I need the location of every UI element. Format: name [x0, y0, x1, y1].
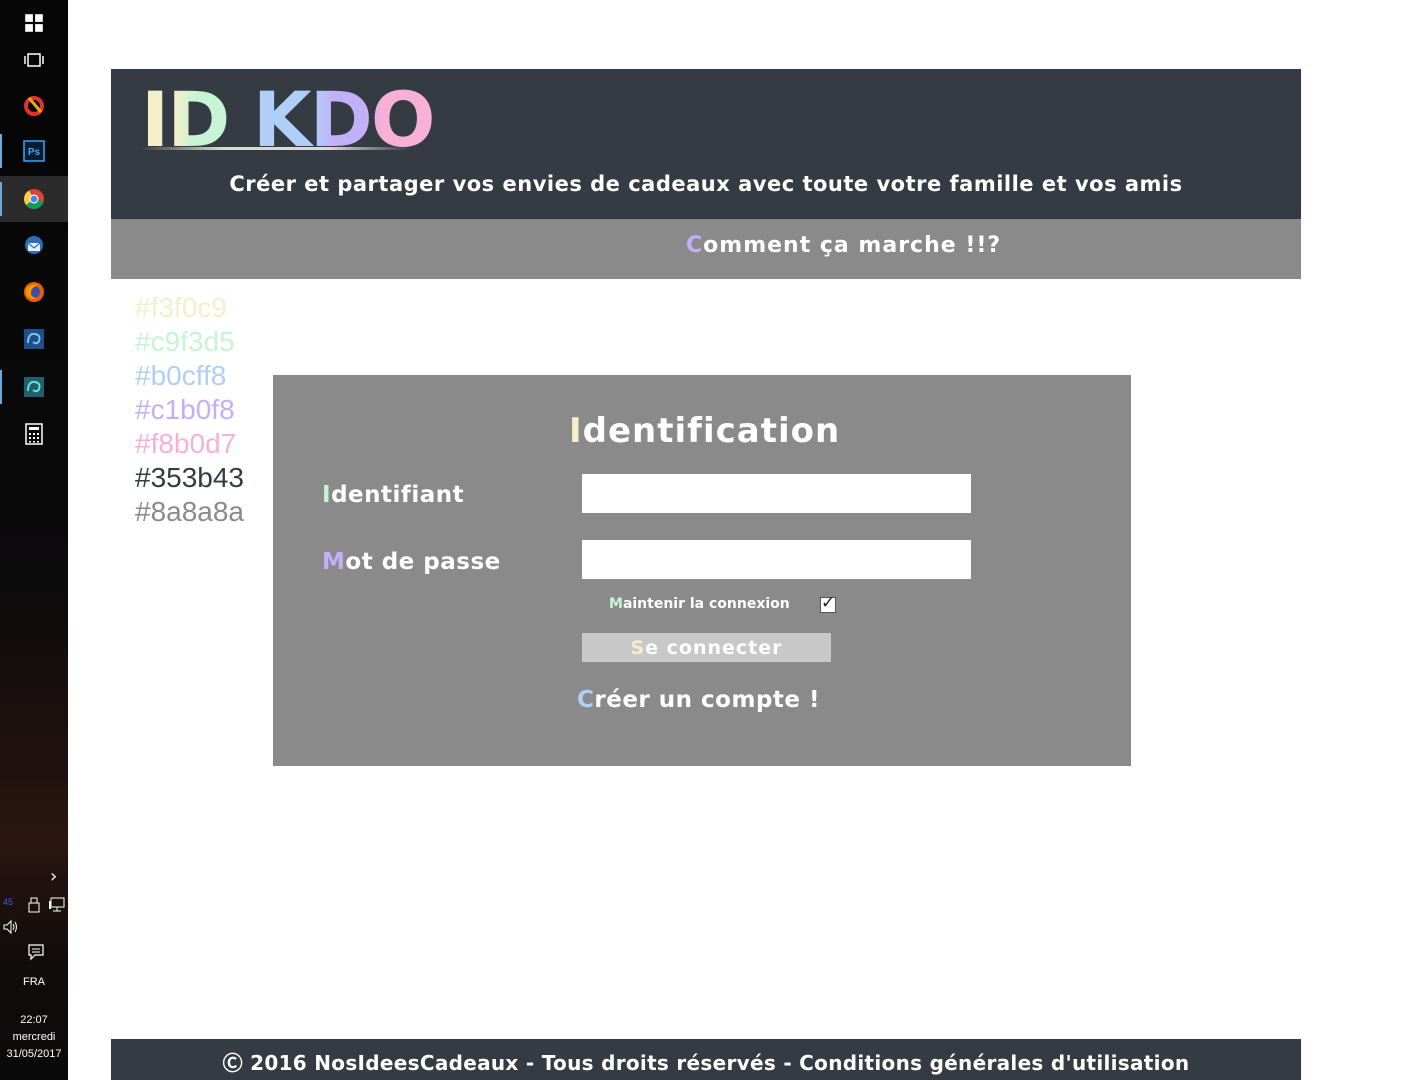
chrome-taskbar-button[interactable]: [0, 176, 68, 222]
task-view-button[interactable]: [0, 37, 68, 83]
username-label: Identifiant: [322, 482, 464, 508]
windows-taskbar: Ps › 45 FRA 22:07 mercredi 31/05/2017: [0, 0, 68, 1080]
login-title-initial: I: [569, 411, 583, 451]
chrome-icon: [24, 189, 44, 209]
login-button-initial: S: [630, 636, 646, 659]
tray-temperature: 45: [3, 897, 14, 907]
firefox-taskbar-button[interactable]: [0, 269, 68, 315]
thunderbird-icon: [25, 236, 43, 254]
palette-color-2: #c9f3d5: [135, 326, 235, 357]
logo-part-id: ID: [141, 75, 230, 164]
blue-swirl-app-icon: [24, 329, 44, 349]
create-account-text: réer un compte !: [594, 687, 820, 713]
teal-app-taskbar-button[interactable]: [0, 364, 68, 410]
checkmark-icon: ✓: [821, 593, 836, 613]
ccleaner-taskbar-button[interactable]: [0, 82, 68, 128]
logo-part-kdo: KDO: [252, 75, 436, 164]
windows-logo-icon: [25, 14, 43, 32]
ccleaner-icon: [24, 96, 44, 116]
login-title: Identification: [569, 411, 840, 451]
palette-color-3: #b0cff8: [135, 360, 227, 391]
usb-device-icon[interactable]: [28, 897, 40, 913]
create-account-initial: C: [577, 687, 595, 713]
password-label-text: ot de passe: [345, 549, 501, 575]
calculator-taskbar-button[interactable]: [0, 411, 68, 457]
login-title-text: dentification: [582, 411, 841, 451]
palette-color-7: #8a8a8a: [135, 496, 245, 527]
teal-swirl-app-icon: [24, 377, 44, 397]
logo-underline: [141, 147, 411, 150]
site-header: ID KDO Créer et partager vos envies de c…: [111, 69, 1301, 219]
nav-link-text: omment ça marche !!?: [703, 233, 1002, 258]
palette-color-4: #c1b0f8: [135, 394, 235, 425]
how-it-works-link[interactable]: Comment ça marche !!?: [686, 233, 1001, 258]
palette-color-5: #f8b0d7: [135, 428, 237, 459]
site-footer: Ⓒ 2016 NosIdeesCadeaux - Tous droits rés…: [111, 1039, 1301, 1080]
password-input[interactable]: [582, 540, 971, 579]
blue-app-taskbar-button[interactable]: [0, 316, 68, 362]
photoshop-taskbar-button[interactable]: Ps: [0, 128, 68, 174]
photoshop-icon: Ps: [23, 140, 45, 162]
palette-color-6: #353b43: [135, 462, 245, 493]
clock-time[interactable]: 22:07: [0, 1012, 68, 1028]
create-account-link[interactable]: Créer un compte !: [577, 687, 820, 713]
username-label-text: dentifiant: [331, 482, 465, 508]
remember-me-checkbox[interactable]: ✓: [820, 595, 836, 613]
nav-bar: Comment ça marche !!?: [111, 219, 1301, 279]
remember-me-text: aintenir la connexion: [622, 596, 790, 612]
task-view-icon: [24, 53, 44, 67]
login-button[interactable]: Se connecter: [582, 633, 831, 662]
action-center-icon[interactable]: [27, 943, 45, 961]
password-label: Mot de passe: [322, 549, 501, 575]
username-label-initial: I: [322, 482, 332, 508]
site-logo[interactable]: ID KDO: [141, 75, 436, 164]
palette-color-1: #f3f0c9: [135, 292, 227, 323]
show-hidden-icons-chevron[interactable]: ›: [50, 866, 57, 887]
volume-icon[interactable]: [2, 919, 20, 935]
clock-date[interactable]: 31/05/2017: [0, 1046, 68, 1062]
login-button-text: e connecter: [645, 636, 783, 659]
site-tagline: Créer et partager vos envies de cadeaux …: [229, 172, 1183, 196]
remember-me-label[interactable]: Maintenir la connexion: [609, 596, 790, 612]
login-panel: Identification Identifiant Mot de passe …: [273, 375, 1131, 766]
network-icon[interactable]: [48, 897, 66, 913]
remember-me-initial: M: [609, 596, 623, 612]
input-language-indicator[interactable]: FRA: [0, 974, 68, 990]
clock-day[interactable]: mercredi: [0, 1029, 68, 1045]
firefox-icon: [24, 282, 44, 302]
nav-link-initial: C: [686, 233, 704, 258]
footer-text[interactable]: Ⓒ 2016 NosIdeesCadeaux - Tous droits rés…: [111, 1047, 1301, 1076]
calculator-icon: [25, 423, 43, 445]
password-label-initial: M: [322, 549, 346, 575]
svg-text:Ps: Ps: [28, 147, 41, 158]
thunderbird-taskbar-button[interactable]: [0, 222, 68, 268]
color-palette: #f3f0c9 #c9f3d5 #b0cff8 #c1b0f8 #f8b0d7 …: [135, 291, 244, 529]
username-input[interactable]: [582, 474, 971, 513]
